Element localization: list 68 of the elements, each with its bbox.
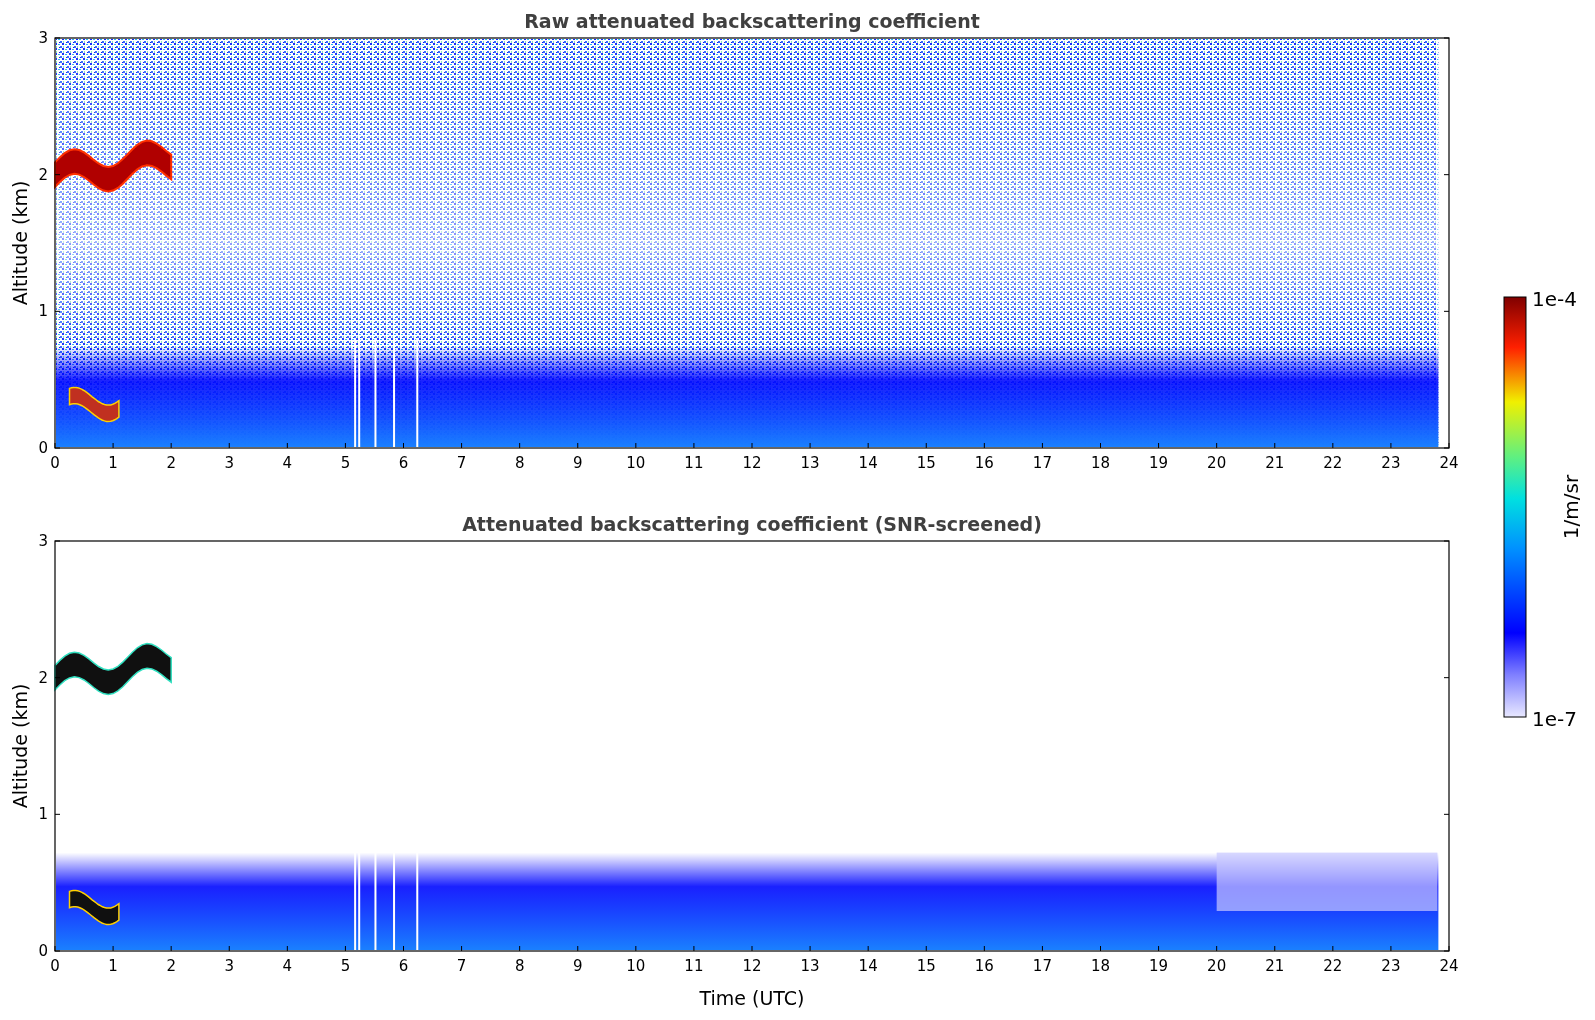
tick-label: 5: [340, 454, 351, 472]
axis-label: Altitude (km): [9, 180, 31, 306]
tick-label: 0: [38, 439, 48, 457]
tick-label: 4: [282, 957, 293, 975]
tick-label: 17: [1032, 454, 1052, 472]
tick-label: 2: [38, 165, 48, 184]
tick-label: 2: [166, 454, 176, 472]
tick-label: 1: [38, 805, 48, 824]
tick-label: 8: [514, 957, 525, 975]
tick-label: 17: [1032, 957, 1052, 975]
tick-label: 3: [38, 29, 48, 47]
tick-label: 2: [38, 668, 48, 687]
tick-label: 16: [974, 957, 994, 975]
tick-label: 0: [50, 454, 60, 472]
tick-label: 3: [224, 957, 234, 975]
tick-label: 1: [108, 454, 118, 472]
tick-label: 4: [282, 454, 293, 472]
tick-label: 22: [1323, 957, 1343, 975]
tick-label: 9: [573, 957, 583, 975]
tick-label: 23: [1381, 957, 1401, 975]
tick-label: 18: [1090, 957, 1111, 975]
tick-label: 0: [38, 942, 48, 960]
tick-label: 12: [742, 957, 762, 975]
tick-label: 11: [684, 454, 704, 472]
tick-label: 1: [38, 302, 48, 321]
cloud-layer: [68, 889, 120, 926]
tick-label: 15: [916, 957, 936, 975]
tick-label: 14: [858, 957, 878, 975]
colorbar-label: 1/m/sr: [1559, 474, 1583, 540]
tick-label: 9: [573, 454, 583, 472]
tick-label: 1: [108, 957, 118, 975]
tick-label: 21: [1265, 957, 1285, 975]
tick-label: 6: [398, 957, 409, 975]
axis-label: Altitude (km): [9, 683, 31, 809]
tick-label: 16: [974, 454, 994, 472]
chart-title: Attenuated backscattering coefficient (SNR-screened): [462, 513, 1042, 535]
colorbar-min-label: 1e-7: [1532, 707, 1577, 731]
colorbar-max-label: 1e-4: [1532, 287, 1577, 311]
tick-label: 7: [456, 454, 467, 472]
tick-label: 19: [1149, 454, 1169, 472]
tick-label: 22: [1323, 454, 1343, 472]
tick-label: 5: [340, 957, 351, 975]
tick-label: 7: [456, 957, 467, 975]
tick-label: 13: [800, 957, 820, 975]
tick-label: 10: [626, 454, 646, 472]
tick-label: 6: [398, 454, 409, 472]
tick-label: 15: [916, 454, 936, 472]
tick-label: 24: [1439, 957, 1459, 975]
tick-label: 3: [224, 454, 234, 472]
tick-label: 20: [1207, 454, 1227, 472]
tick-label: 8: [514, 454, 525, 472]
tick-label: 0: [50, 957, 60, 975]
tick-label: 18: [1090, 454, 1111, 472]
tick-label: 2: [166, 957, 176, 975]
tick-label: 23: [1381, 454, 1401, 472]
axis-label: Time (UTC): [699, 987, 805, 1009]
tick-label: 20: [1207, 957, 1227, 975]
tick-label: 14: [858, 454, 878, 472]
chart-title: Raw attenuated backscattering coefficient: [524, 10, 980, 32]
tick-label: 3: [38, 532, 48, 550]
tick-label: 11: [684, 957, 704, 975]
tick-label: 10: [626, 957, 646, 975]
tick-label: 21: [1265, 454, 1285, 472]
tick-label: 12: [742, 454, 762, 472]
cloud-layer: [68, 386, 120, 423]
tick-label: 19: [1149, 957, 1169, 975]
tick-label: 24: [1439, 454, 1459, 472]
tick-label: 13: [800, 454, 820, 472]
